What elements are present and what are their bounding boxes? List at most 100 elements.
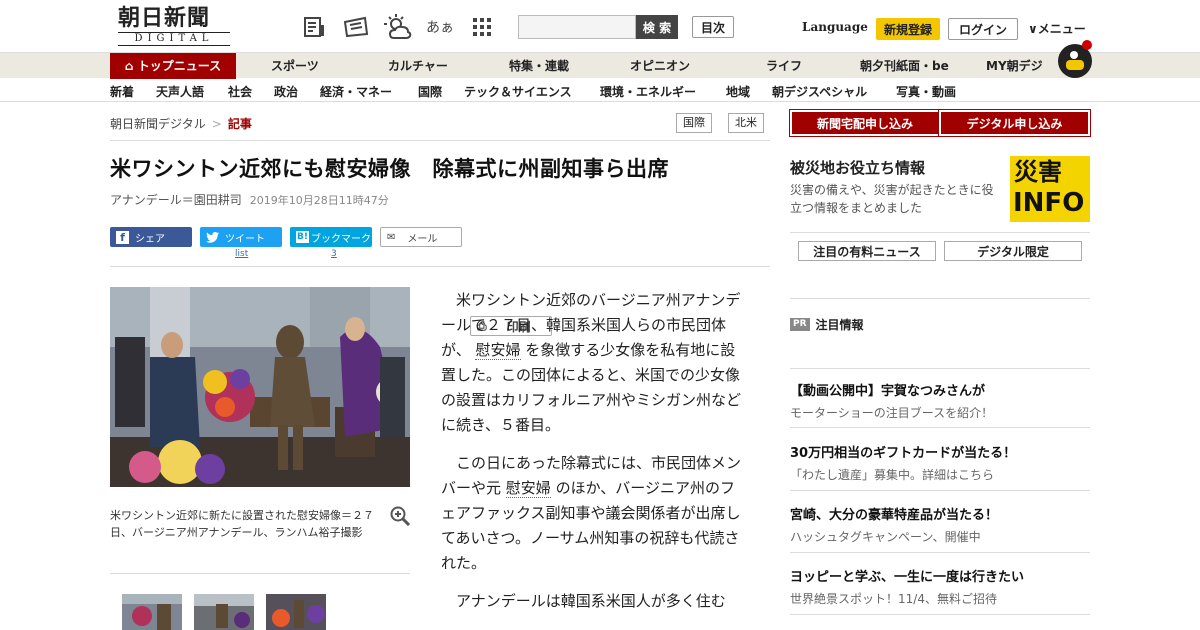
nav2-special[interactable]: 朝デジスペシャル: [772, 83, 867, 100]
divider: [110, 140, 770, 141]
nav2-tech[interactable]: テック＆サイエンス: [464, 83, 572, 100]
news-icon[interactable]: [342, 14, 370, 40]
nav2-economy[interactable]: 経済・マネー: [320, 83, 392, 100]
nav-culture[interactable]: カルチャー: [388, 53, 448, 79]
pr-item[interactable]: 30万円相当のギフトカードが当たる！ 「わたし遺産」募集中。詳細はこちら: [790, 442, 1090, 483]
secondary-nav: 新着 天声人語 社会 政治 経済・マネー 国際 テック＆サイエンス 環境・エネル…: [0, 78, 1200, 102]
pr-badge: PR: [790, 318, 810, 331]
font-size-label: あぁ: [426, 20, 454, 36]
nav2-environment[interactable]: 環境・エネルギー: [600, 83, 696, 100]
divider: [790, 368, 1090, 369]
disaster-info-banner[interactable]: 災害 INFO: [1010, 156, 1090, 222]
pr-item-sub: モーターショーの注目ブースを紹介！: [790, 406, 994, 420]
pr-item-sub: 世界絶景スポット！11/4、無料ご招待: [790, 592, 997, 606]
nav2-photo[interactable]: 写真・動画: [896, 83, 956, 100]
search-button[interactable]: 検 索: [636, 15, 678, 39]
paragraph: 米ワシントン近郊のバージニア州アナンデールで２７日、韓国系米国人らの市民団体が、…: [441, 288, 745, 438]
nav2-society[interactable]: 社会: [228, 83, 252, 100]
facebook-share-button[interactable]: f シェア: [110, 227, 192, 247]
author: アナンデール＝園田耕司: [110, 193, 242, 207]
tag-north-america[interactable]: 北米: [728, 113, 764, 133]
divider: [790, 490, 1090, 491]
nav-sports[interactable]: スポーツ: [271, 53, 319, 79]
disaster-badge-1: 災害: [1014, 158, 1062, 186]
pr-item-title: ヨッピーと学ぶ、一生に一度は行きたい: [790, 570, 1025, 585]
photo-thumbnail[interactable]: [266, 594, 326, 630]
keyword-link[interactable]: 慰安婦: [475, 341, 521, 360]
home-icon: ⌂: [124, 59, 138, 73]
zoom-icon[interactable]: [390, 506, 411, 527]
pr-item-sub: ハッシュタグキャンペーン、開催中: [790, 530, 981, 544]
nav-label: トップニュース: [137, 59, 222, 73]
paragraph-text: アナンデールは韓国系米国人が多く住む: [456, 592, 726, 610]
nav2-new[interactable]: 新着: [110, 83, 134, 100]
logo-sub: DIGITAL: [118, 32, 230, 46]
nav-top-news[interactable]: ⌂ トップニュース: [110, 53, 236, 79]
font-size-icon[interactable]: あぁ: [426, 14, 454, 40]
login-button[interactable]: ログイン: [948, 18, 1018, 40]
search-input[interactable]: [518, 15, 636, 39]
byline: アナンデール＝園田耕司 2019年10月28日11時47分: [110, 191, 389, 208]
site-logo[interactable]: 朝日新聞 DIGITAL: [118, 6, 230, 46]
pr-item[interactable]: 宮崎、大分の豪華特産品が当たる！ ハッシュタグキャンペーン、開催中: [790, 504, 1090, 545]
disaster-info-text: 災害の備えや、災害が起きたときに役立つ情報をまとめました: [790, 183, 994, 215]
breadcrumb-sep: >: [211, 117, 222, 131]
disaster-info-title[interactable]: 被災地お役立ち情報: [790, 157, 925, 178]
breadcrumb: 朝日新聞デジタル > 記事: [110, 115, 252, 132]
subscribe-paper-button[interactable]: 新聞宅配申し込み: [792, 112, 938, 134]
mail-label: メール: [407, 233, 438, 245]
hatena-bookmark-button[interactable]: B! ブックマーク: [290, 227, 372, 247]
hatena-label: ブックマーク: [310, 233, 371, 245]
tag-international[interactable]: 国際: [676, 113, 712, 133]
divider: [790, 232, 1090, 233]
pr-item[interactable]: 【動画公開中】宇賀なつみさんが モーターショーの注目ブースを紹介！: [790, 380, 1090, 421]
twitter-count[interactable]: list: [235, 249, 248, 259]
logo-main: 朝日新聞: [118, 5, 211, 31]
paragraph: この日にあった除幕式には、市民団体メンバーや元 慰安婦 のほか、バージニア州のフ…: [441, 451, 745, 576]
photo-thumbnail[interactable]: [122, 594, 182, 630]
toc-button[interactable]: 目次: [692, 16, 734, 38]
grid-icon[interactable]: [468, 14, 496, 40]
pr-label: 注目情報: [815, 318, 864, 332]
facebook-label: シェア: [135, 233, 165, 245]
nav-opinion[interactable]: オピニオン: [630, 53, 690, 79]
nav2-politics[interactable]: 政治: [274, 83, 298, 100]
tab-digital-only[interactable]: デジタル限定: [944, 241, 1082, 261]
twitter-label: ツイート: [225, 233, 265, 245]
nav2-local[interactable]: 地域: [726, 83, 750, 100]
primary-nav: ⌂ トップニュース スポーツ カルチャー 特集・連載 オピニオン ライフ 朝夕刊…: [0, 52, 1200, 79]
breadcrumb-home[interactable]: 朝日新聞デジタル: [110, 117, 206, 131]
mascot-icon[interactable]: [1058, 40, 1092, 78]
language-link[interactable]: Language: [802, 20, 868, 34]
register-button[interactable]: 新規登録: [876, 18, 940, 40]
nav-paper[interactable]: 朝夕刊紙面・be: [860, 53, 949, 79]
tab-paid-news[interactable]: 注目の有料ニュース: [798, 241, 936, 261]
nav-life[interactable]: ライフ: [766, 53, 802, 79]
site-header: 朝日新聞 DIGITAL あぁ 検 索 目次 Language 新規登録 ログイ…: [0, 0, 1200, 52]
mail-share-button[interactable]: ✉ メール: [380, 227, 462, 247]
facebook-icon: f: [116, 230, 129, 244]
paper-icon[interactable]: [300, 14, 328, 40]
hatena-count[interactable]: 3: [331, 249, 337, 259]
subscribe-digital-button[interactable]: デジタル申し込み: [941, 112, 1088, 134]
nav2-international[interactable]: 国際: [418, 83, 442, 100]
menu-button[interactable]: ∨メニュー: [1028, 20, 1086, 37]
article-photo[interactable]: [110, 287, 410, 487]
divider: [110, 573, 410, 574]
nav2-tenseijingo[interactable]: 天声人語: [156, 83, 204, 100]
pr-item[interactable]: ヨッピーと学ぶ、一生に一度は行きたい 世界絶景スポット！11/4、無料ご招待: [790, 566, 1090, 607]
weather-icon[interactable]: [384, 14, 412, 40]
twitter-share-button[interactable]: ツイート: [200, 227, 282, 247]
nav-features[interactable]: 特集・連載: [509, 53, 569, 79]
divider: [790, 427, 1090, 428]
article-title: 米ワシントン近郊にも慰安婦像 除幕式に州副知事ら出席: [110, 157, 669, 181]
pr-item-title: 【動画公開中】宇賀なつみさんが: [790, 384, 986, 399]
divider: [790, 614, 1090, 615]
photo-thumbnail[interactable]: [194, 594, 254, 630]
mail-icon: ✉: [387, 231, 396, 243]
keyword-link[interactable]: 慰安婦: [505, 479, 551, 498]
pr-item-sub: 「わたし遺産」募集中。詳細はこちら: [790, 468, 995, 482]
pr-item-title: 30万円相当のギフトカードが当たる！: [790, 446, 1017, 461]
nav-my[interactable]: MY朝デジ: [986, 53, 1043, 79]
pr-item-title: 宮崎、大分の豪華特産品が当たる！: [790, 508, 999, 523]
